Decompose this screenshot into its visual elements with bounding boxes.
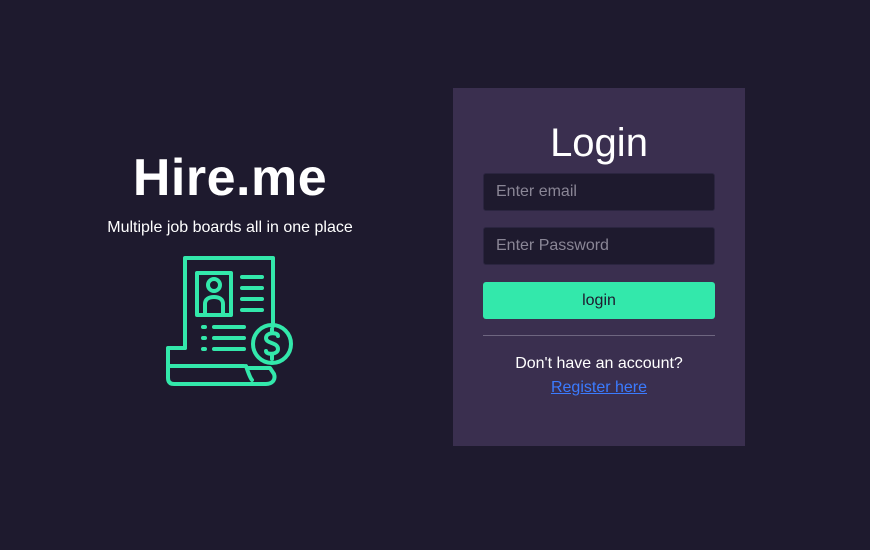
login-title: Login (550, 121, 648, 165)
password-field[interactable] (483, 227, 715, 265)
register-link[interactable]: Register here (551, 379, 647, 396)
resume-salary-icon (166, 256, 293, 386)
brand-title: Hire.me (132, 149, 328, 207)
register-link-container: Register here (453, 378, 745, 398)
login-button[interactable]: login (483, 282, 715, 319)
divider (483, 335, 715, 336)
signup-prompt: Don't have an account? (515, 355, 683, 372)
brand-tagline: Multiple job boards all in one place (107, 219, 353, 236)
email-field[interactable] (483, 173, 715, 211)
login-panel: Login login Don't have an account? Regis… (453, 88, 745, 446)
brand-section: Hire.me Multiple job boards all in one p… (80, 140, 380, 238)
